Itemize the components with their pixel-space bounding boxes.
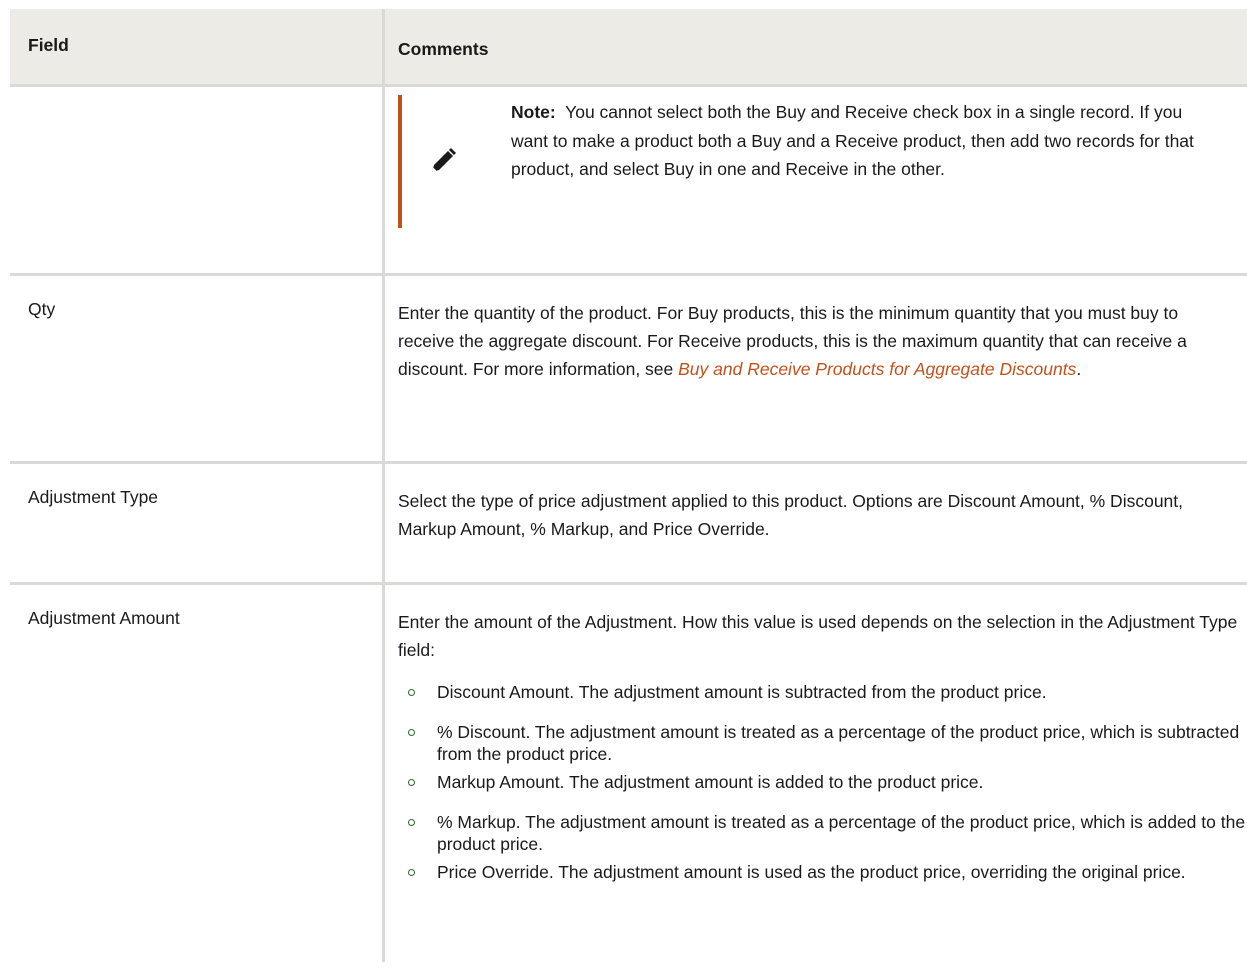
list-item: Markup Amount. The adjustment amount is …	[408, 771, 1247, 793]
table-row-adjustment-type: Adjustment Type Select the type of price…	[10, 464, 1247, 585]
field-cell-qty: Qty	[28, 299, 56, 319]
table-header-row: Field Comments	[10, 9, 1247, 87]
note-text: Note: You cannot select both the Buy and…	[511, 98, 1201, 184]
field-comments-table: Field Comments Note: You cannot select b…	[10, 9, 1247, 962]
bullet-icon	[408, 869, 415, 876]
comment-cell-adjustment-amount: Enter the amount of the Adjustment. How …	[385, 585, 1247, 971]
note-callout: Note: You cannot select both the Buy and…	[398, 95, 1202, 228]
field-cell-adjustment-amount: Adjustment Amount	[28, 608, 180, 628]
table-row-note: Note: You cannot select both the Buy and…	[10, 87, 1247, 276]
comment-cell-adjustment-type: Select the type of price adjustment appl…	[398, 491, 1184, 539]
list-item: % Markup. The adjustment amount is treat…	[408, 811, 1247, 855]
qty-comment-end: .	[1076, 359, 1082, 379]
aggregate-discounts-link[interactable]: Buy and Receive Products for Aggregate D…	[678, 359, 1076, 379]
list-item: Price Override. The adjustment amount is…	[408, 861, 1247, 883]
header-comments: Comments	[398, 39, 489, 59]
note-label: Note:	[511, 102, 556, 122]
adjustment-amount-intro: Enter the amount of the Adjustment. How …	[398, 612, 1238, 660]
adjustment-options-list: Discount Amount. The adjustment amount i…	[408, 681, 1247, 889]
table-row-adjustment-amount: Adjustment Amount Enter the amount of th…	[10, 585, 1247, 971]
table-row-qty: Qty Enter the quantity of the product. F…	[10, 276, 1247, 464]
comment-cell-qty: Enter the quantity of the product. For B…	[385, 276, 1247, 461]
list-item: Discount Amount. The adjustment amount i…	[408, 681, 1247, 703]
list-item: % Discount. The adjustment amount is tre…	[408, 721, 1247, 765]
comment-cell-note: Note: You cannot select both the Buy and…	[385, 87, 1247, 273]
note-body: You cannot select both the Buy and Recei…	[511, 102, 1194, 179]
bullet-icon	[408, 729, 415, 736]
field-cell-adjustment-type: Adjustment Type	[28, 487, 159, 507]
pencil-icon	[428, 146, 458, 176]
header-field: Field	[28, 35, 69, 55]
bullet-icon	[408, 819, 415, 826]
field-cell-empty	[10, 87, 382, 273]
bullet-icon	[408, 689, 415, 696]
column-divider	[382, 9, 385, 962]
bullet-icon	[408, 779, 415, 786]
